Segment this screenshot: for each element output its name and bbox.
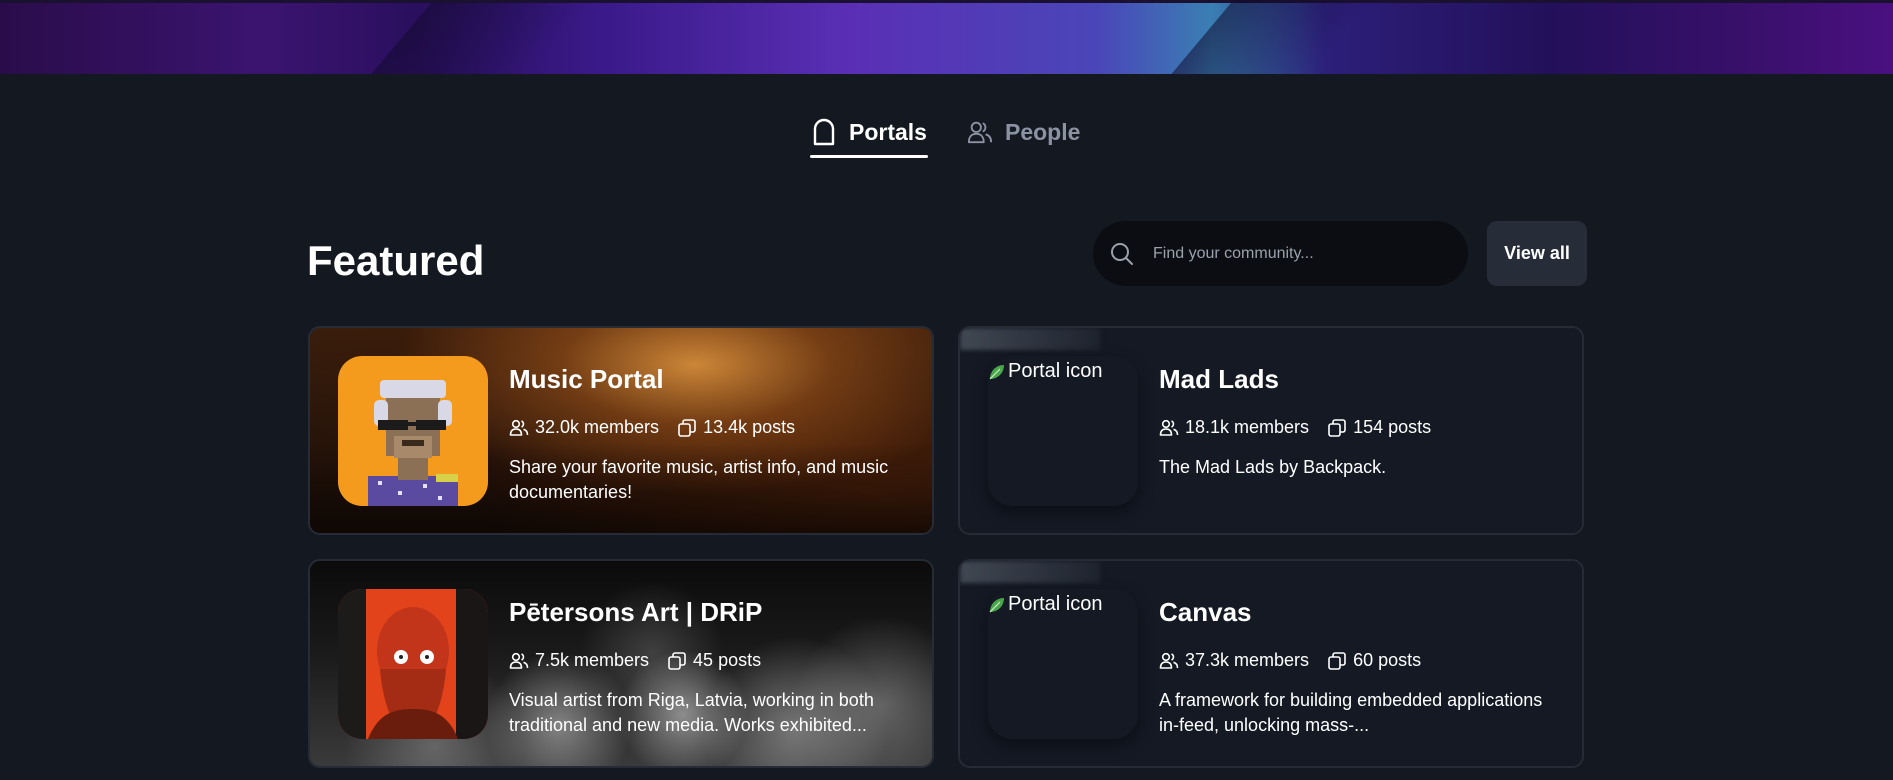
posts-text: 154 posts	[1353, 417, 1432, 437]
posts-icon	[1327, 651, 1347, 671]
members-icon	[509, 418, 529, 438]
search-icon	[1107, 239, 1137, 269]
portal-stats: 18.1k members 154 posts	[1159, 417, 1431, 438]
posts-text: 60 posts	[1353, 650, 1422, 670]
posts-icon	[677, 418, 697, 438]
post-count: 13.4k posts	[677, 417, 795, 438]
member-count: 7.5k members	[509, 650, 649, 671]
broken-image-icon	[988, 363, 1006, 381]
portal-card-mad-lads[interactable]: Portal icon Mad Lads 18.1k members 154 p…	[958, 326, 1584, 535]
tab-bar: Portals People	[810, 108, 1081, 162]
tab-portals[interactable]: Portals	[810, 108, 928, 158]
portal-title: Pētersons Art | DRiP	[509, 597, 763, 627]
broken-image-icon	[988, 596, 1006, 614]
people-icon	[967, 118, 993, 146]
view-all-button[interactable]: View all	[1487, 221, 1587, 286]
posts-text: 45 posts	[693, 650, 762, 670]
tab-people[interactable]: People	[966, 108, 1081, 156]
portal-icon	[811, 118, 837, 146]
search-input[interactable]	[1151, 243, 1455, 264]
portal-avatar: Portal icon	[988, 589, 1138, 739]
broken-image-placeholder: Portal icon	[988, 360, 1103, 383]
members-icon	[1159, 651, 1179, 671]
header-banner	[0, 0, 1893, 74]
members-text: 18.1k members	[1185, 417, 1310, 437]
broken-image-placeholder: Portal icon	[988, 593, 1103, 616]
search-box	[1093, 221, 1468, 286]
members-text: 37.3k members	[1185, 650, 1310, 670]
tab-label: Portals	[849, 118, 927, 145]
portal-card-petersons-art[interactable]: Pētersons Art | DRiP 7.5k members 45 pos…	[308, 559, 934, 768]
portal-description: The Mad Lads by Backpack.	[1159, 457, 1387, 477]
member-count: 32.0k members	[509, 417, 659, 438]
portal-avatar: Portal icon	[988, 356, 1138, 506]
portal-stats: 32.0k members 13.4k posts	[509, 417, 795, 438]
portal-description: Visual artist from Riga, Latvia, working…	[509, 690, 874, 735]
portal-stats: 37.3k members 60 posts	[1159, 650, 1421, 671]
member-count: 18.1k members	[1159, 417, 1309, 438]
portal-stats: 7.5k members 45 posts	[509, 650, 761, 671]
members-text: 7.5k members	[535, 650, 650, 670]
posts-icon	[1327, 418, 1347, 438]
tab-label: People	[1004, 118, 1081, 145]
portal-title: Canvas	[1159, 597, 1252, 627]
post-count: 154 posts	[1327, 417, 1431, 438]
member-count: 37.3k members	[1159, 650, 1309, 671]
image-alt-text: Portal icon	[1008, 593, 1103, 615]
members-icon	[509, 651, 529, 671]
portal-avatar	[338, 356, 488, 506]
page-title: Featured	[307, 237, 485, 284]
post-count: 60 posts	[1327, 650, 1421, 671]
post-count: 45 posts	[667, 650, 761, 671]
portal-title: Music Portal	[509, 364, 664, 394]
members-icon	[1159, 418, 1179, 438]
portal-avatar	[338, 589, 488, 739]
posts-icon	[667, 651, 687, 671]
portal-card-canvas[interactable]: Portal icon Canvas 37.3k members 60 post…	[958, 559, 1584, 768]
portal-description: Share your favorite music, artist info, …	[509, 457, 889, 502]
image-alt-text: Portal icon	[1008, 360, 1103, 382]
portal-title: Mad Lads	[1159, 364, 1279, 394]
portal-card-music[interactable]: Music Portal 32.0k members 13.4k posts S…	[308, 326, 934, 535]
members-text: 32.0k members	[535, 417, 660, 437]
posts-text: 13.4k posts	[703, 417, 796, 437]
portal-description: A framework for building embedded applic…	[1159, 690, 1543, 735]
